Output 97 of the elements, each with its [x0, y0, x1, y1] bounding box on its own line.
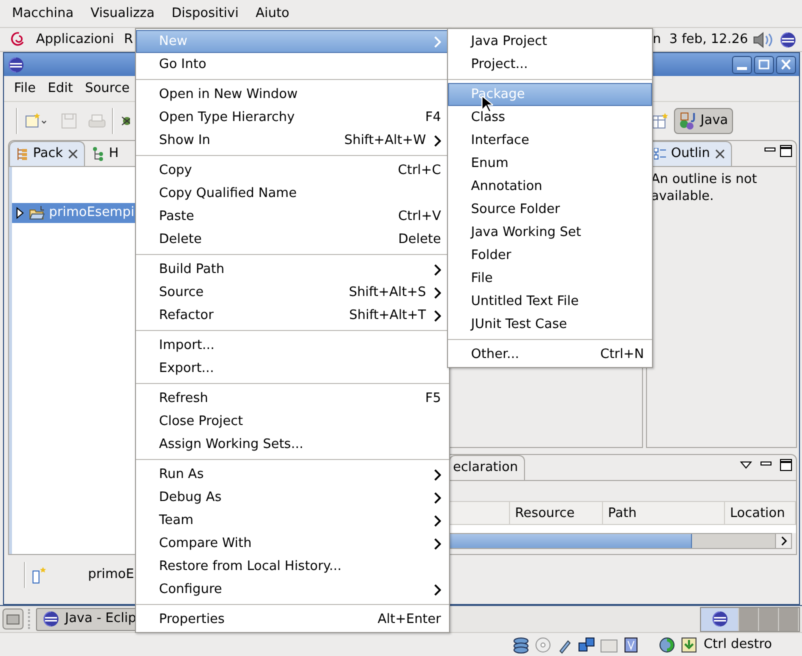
menu-item[interactable]: Untitled Text File	[448, 290, 652, 313]
menu-item[interactable]: Dispositivi	[166, 6, 245, 22]
menu-item[interactable]: Team	[136, 509, 449, 532]
eclipse-icon	[8, 56, 24, 72]
menu-item[interactable]: Compare With	[136, 532, 449, 555]
shortcut-label: Ctrl+V	[397, 208, 441, 224]
shortcut-label: Shift+Alt+W	[343, 132, 426, 148]
menu-item[interactable]: Java Working Set	[448, 221, 652, 244]
collapsed-arrow-icon[interactable]	[15, 207, 25, 219]
menu-item[interactable]: Go Into	[136, 53, 449, 76]
menu-item[interactable]: Aiuto	[250, 6, 296, 22]
menu-item[interactable]: Java Project	[448, 30, 652, 53]
hierarchy-icon	[92, 147, 104, 161]
status-text: primoE	[88, 567, 134, 583]
shortcut-label: Ctrl+N	[599, 346, 644, 362]
maximize-icon[interactable]	[780, 459, 792, 471]
shortcut-label: Alt+Enter	[376, 612, 441, 628]
minimize-button[interactable]	[732, 56, 752, 74]
menu-item[interactable]: Macchina	[6, 6, 80, 22]
close-icon[interactable]	[68, 149, 78, 159]
view-tab[interactable]: Pack	[9, 141, 85, 166]
menu-item[interactable]: File	[448, 267, 652, 290]
maximize-icon	[756, 57, 772, 72]
workspace-switcher[interactable]	[700, 606, 800, 632]
menu-item[interactable]: Import...	[136, 334, 449, 357]
menu-item[interactable]: Restore from Local History...	[136, 555, 449, 578]
menu-item[interactable]: Class	[448, 106, 652, 129]
speaker-icon[interactable]	[752, 30, 774, 48]
workspace-cell[interactable]	[701, 608, 739, 630]
menu-item[interactable]: Visualizza	[84, 6, 161, 22]
menu-item[interactable]: Open in New Window	[136, 83, 449, 106]
maximize-icon[interactable]	[780, 145, 792, 157]
clock-text[interactable]: n 3 feb, 12.26	[652, 32, 748, 48]
fast-view-icon[interactable]	[32, 566, 48, 584]
menu-item[interactable]: Close Project	[136, 410, 449, 433]
panel-menu[interactable]: Applicazioni	[36, 32, 114, 48]
shortcut-label: F5	[424, 390, 441, 406]
menu-item[interactable]: Refactor Shift+Alt+T	[136, 304, 449, 327]
close-button[interactable]	[776, 56, 796, 74]
menu-item[interactable]: Copy Ctrl+C	[136, 159, 449, 182]
menu-item[interactable]: Source Shift+Alt+S	[136, 281, 449, 304]
globe-icon	[658, 636, 676, 654]
view-tab[interactable]: eclaration	[449, 455, 525, 480]
tab-label: Outlin	[671, 146, 710, 162]
shortcut-label: Delete	[397, 232, 441, 248]
column-header[interactable]: Location	[725, 502, 796, 524]
menu-item[interactable]: Show In Shift+Alt+W	[136, 129, 449, 152]
minimize-icon	[737, 67, 747, 70]
eclipse-icon[interactable]	[780, 32, 796, 48]
column-header[interactable]: Resource	[510, 502, 603, 524]
menu-item[interactable]: Other... Ctrl+N	[448, 343, 652, 366]
menu-item[interactable]: Folder	[448, 244, 652, 267]
menu-item[interactable]: Debug As	[136, 486, 449, 509]
menu-item[interactable]: Run As	[136, 463, 449, 486]
view-tab[interactable]: H	[84, 141, 126, 166]
network-icon	[578, 636, 596, 654]
chip-icon	[622, 636, 640, 654]
package-view-icon	[16, 147, 28, 161]
show-desktop-icon[interactable]	[2, 608, 24, 630]
menu-item[interactable]: Export...	[136, 357, 449, 380]
menu-item[interactable]: Build Path	[136, 258, 449, 281]
maximize-button[interactable]	[754, 56, 774, 74]
menu-item[interactable]: Configure	[136, 578, 449, 601]
panel-menu[interactable]: R	[124, 32, 134, 48]
tab-label: Pack	[33, 146, 63, 162]
hard-disk-icon	[512, 636, 530, 654]
menu-item[interactable]: Project...	[448, 53, 652, 76]
menu-item[interactable]: JUnit Test Case	[448, 313, 652, 336]
menu-item[interactable]: Open Type Hierarchy F4	[136, 106, 449, 129]
shortcut-label: F4	[424, 110, 441, 126]
menu-item[interactable]: Refresh F5	[136, 387, 449, 410]
menu-item[interactable]: Edit	[42, 80, 79, 96]
menu-item[interactable]: Annotation	[448, 175, 652, 198]
shortcut-label: Shift+Alt+T	[348, 308, 426, 324]
new-wizard-icon[interactable]	[24, 112, 48, 130]
tab-label: H	[108, 146, 119, 162]
eclipse-icon	[712, 611, 728, 627]
menu-item[interactable]: Source Folder	[448, 198, 652, 221]
project-folder-icon	[29, 206, 45, 220]
perspective-icon	[678, 112, 697, 130]
shortcut-label: Ctrl+C	[396, 162, 441, 178]
tree-label: primoEsempi	[49, 205, 134, 221]
menu-item[interactable]: Copy Qualified Name	[136, 182, 449, 205]
host-key-text: Ctrl destro	[704, 636, 772, 652]
eclipse-icon	[43, 611, 59, 627]
dropdown-icon[interactable]	[740, 460, 752, 470]
menu-item[interactable]: File	[8, 80, 42, 96]
close-icon[interactable]	[715, 149, 726, 159]
menu-item[interactable]: Delete Delete	[136, 228, 449, 251]
menu-item[interactable]: Source	[78, 80, 136, 96]
column-header[interactable]: Path	[603, 502, 725, 524]
cd-icon	[534, 636, 552, 654]
shortcut-label: Shift+Alt+S	[348, 284, 426, 300]
java-perspective-button[interactable]: Java	[674, 108, 733, 134]
menu-item[interactable]: Paste Ctrl+V	[136, 205, 449, 228]
arrow-down-box-icon	[680, 636, 698, 654]
menu-item[interactable]: Assign Working Sets...	[136, 433, 449, 456]
